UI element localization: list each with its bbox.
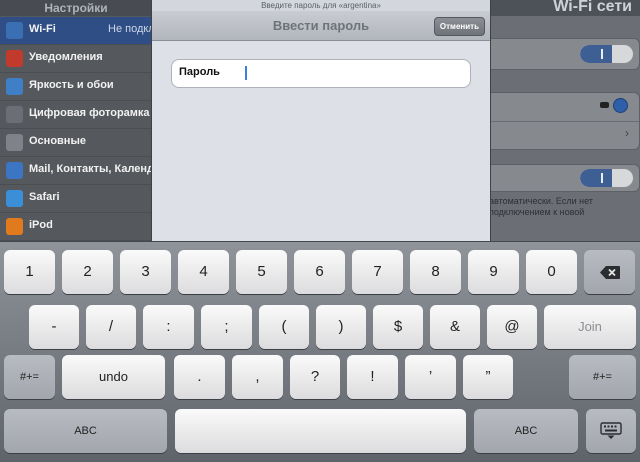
key-1[interactable]: 1	[4, 250, 55, 294]
sidebar-item-wifi[interactable]: Wi-Fi Не подключено	[0, 17, 152, 45]
gear-icon	[6, 134, 23, 151]
sidebar-item-label: Цифровая фоторамка	[29, 107, 150, 119]
abc-key-left[interactable]: ABC	[4, 409, 167, 453]
photo-frame-icon	[6, 106, 23, 123]
ask-join-group	[489, 164, 640, 192]
mail-icon	[6, 162, 23, 179]
ipod-icon	[6, 218, 23, 235]
key-dollar[interactable]: $	[373, 305, 423, 349]
onscreen-keyboard: 1 2 3 4 5 6 7 8 9 0 - / : ; ( ) $ & @ Jo…	[0, 241, 640, 462]
key-close-paren[interactable]: )	[316, 305, 366, 349]
sidebar-item-label: Основные	[29, 135, 86, 147]
brightness-icon	[6, 78, 23, 95]
chevron-right-icon[interactable]: ›	[625, 126, 629, 140]
backspace-icon	[599, 265, 620, 279]
key-exclamation[interactable]: !	[347, 355, 398, 399]
key-quote[interactable]: ”	[463, 355, 513, 399]
key-question[interactable]: ?	[290, 355, 340, 399]
key-7[interactable]: 7	[352, 250, 403, 294]
sidebar-item-label: Mail, Контакты, Календари	[29, 163, 152, 175]
password-dialog: Введите пароль для «argentina» Ввести па…	[151, 0, 491, 241]
key-5[interactable]: 5	[236, 250, 287, 294]
safari-icon	[6, 190, 23, 207]
key-comma[interactable]: ,	[232, 355, 283, 399]
password-input[interactable]	[242, 64, 462, 82]
sidebar-item-label: Safari	[29, 191, 60, 203]
notifications-icon	[6, 50, 23, 67]
lock-icon	[600, 102, 609, 108]
sidebar-item-notifications[interactable]: Уведомления	[0, 45, 152, 73]
key-colon[interactable]: :	[143, 305, 194, 349]
keyboard-hide-icon	[600, 422, 622, 440]
key-period[interactable]: .	[174, 355, 225, 399]
key-minus[interactable]: -	[29, 305, 79, 349]
key-0[interactable]: 0	[526, 250, 577, 294]
key-slash[interactable]: /	[86, 305, 136, 349]
symbols-key-right[interactable]: #+=	[569, 355, 636, 399]
cancel-button[interactable]: Отменить	[433, 17, 485, 36]
key-2[interactable]: 2	[62, 250, 113, 294]
sidebar-item-label: Уведомления	[29, 51, 103, 63]
sidebar-item-label: Яркость и обои	[29, 79, 114, 91]
symbols-key-left[interactable]: #+=	[4, 355, 55, 399]
key-semicolon[interactable]: ;	[201, 305, 252, 349]
abc-key-right[interactable]: ABC	[474, 409, 578, 453]
space-bar[interactable]	[175, 409, 466, 453]
key-apostrophe[interactable]: ’	[405, 355, 456, 399]
key-4[interactable]: 4	[178, 250, 229, 294]
password-field[interactable]: Пароль	[171, 59, 471, 88]
info-icon[interactable]	[613, 98, 628, 113]
key-open-paren[interactable]: (	[259, 305, 309, 349]
detail-header: Wi-Fi сети	[489, 0, 640, 16]
delete-key[interactable]	[584, 250, 635, 294]
wifi-icon	[6, 22, 23, 39]
wifi-status: Не подключено	[108, 23, 152, 35]
key-at[interactable]: @	[487, 305, 537, 349]
network-list-group: ›	[489, 92, 640, 150]
key-9[interactable]: 9	[468, 250, 519, 294]
sidebar-item-general[interactable]: Основные	[0, 129, 152, 157]
key-6[interactable]: 6	[294, 250, 345, 294]
hide-keyboard-key[interactable]	[586, 409, 636, 453]
sidebar-item-photo-frame[interactable]: Цифровая фоторамка	[0, 101, 152, 129]
wifi-toggle-group	[489, 38, 640, 70]
join-button[interactable]: Join	[544, 305, 636, 349]
wifi-toggle[interactable]	[580, 45, 633, 63]
dialog-navbar: Ввести пароль Отменить	[152, 11, 490, 41]
sidebar-item-safari[interactable]: Safari	[0, 185, 152, 213]
undo-key[interactable]: undo	[62, 355, 165, 399]
key-8[interactable]: 8	[410, 250, 461, 294]
ask-join-note: автоматически. Если нет подключением к н…	[489, 196, 593, 217]
password-label: Пароль	[179, 66, 220, 78]
settings-sidebar: Настройки Wi-Fi Не подключено Уведомлени…	[0, 0, 152, 242]
wifi-detail-pane: Wi-Fi сети › автоматически. Если нет под…	[489, 0, 640, 242]
key-3[interactable]: 3	[120, 250, 171, 294]
sidebar-item-brightness[interactable]: Яркость и обои	[0, 73, 152, 101]
sidebar-item-ipod[interactable]: iPod	[0, 213, 152, 241]
ask-join-toggle[interactable]	[580, 169, 633, 187]
sidebar-item-label: iPod	[29, 219, 53, 231]
key-ampersand[interactable]: &	[430, 305, 480, 349]
sidebar-item-mail[interactable]: Mail, Контакты, Календари	[0, 157, 152, 185]
sidebar-title: Настройки	[0, 0, 152, 16]
dialog-subtitle: Введите пароль для «argentina»	[152, 0, 490, 11]
text-cursor	[245, 66, 247, 80]
